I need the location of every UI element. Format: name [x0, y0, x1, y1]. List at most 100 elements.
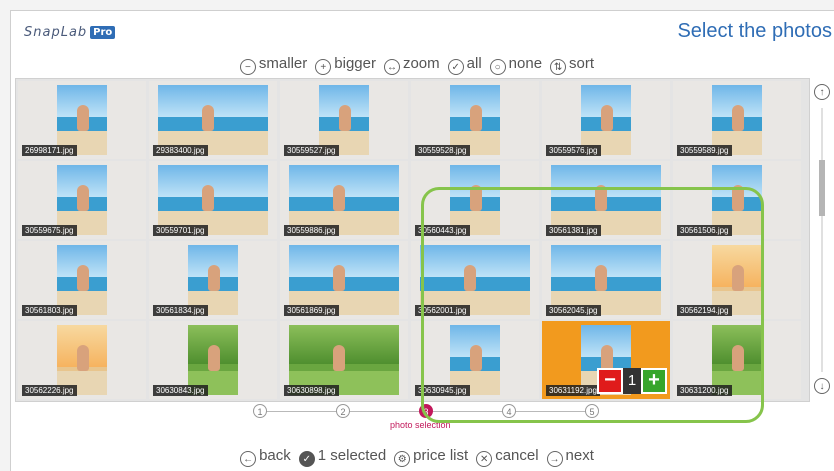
- photo-filename: 29383400.jpg: [153, 145, 208, 156]
- bottom-label: 1 selected: [317, 447, 387, 464]
- app-logo: SnapLab Pro: [24, 25, 116, 40]
- logo-text: SnapLab: [24, 25, 88, 40]
- check-icon: ✓: [298, 451, 315, 467]
- select-none-icon: ○: [489, 59, 506, 75]
- toolbar-none-button[interactable]: ○ none: [489, 55, 543, 75]
- bottom-1-selected-button[interactable]: ✓ 1 selected: [298, 447, 387, 467]
- sort-icon: ⇅: [550, 59, 567, 75]
- photo-filename: 30562194.jpg: [677, 305, 732, 316]
- scroll-thumb[interactable]: [819, 160, 825, 216]
- photo-filename: 30561803.jpg: [22, 305, 77, 316]
- photo-cell[interactable]: 30559675.jpg: [18, 161, 146, 239]
- zoom-out-icon: −: [239, 59, 256, 75]
- photo-filename: 30561381.jpg: [546, 225, 601, 236]
- photo-filename: 30561506.jpg: [677, 225, 732, 236]
- toolbar-smaller-button[interactable]: − smaller: [239, 55, 308, 75]
- toolbar-sort-button[interactable]: ⇅ sort: [550, 55, 594, 75]
- photo-cell[interactable]: 29383400.jpg: [149, 81, 277, 159]
- photo-filename: 30630843.jpg: [153, 385, 208, 396]
- active-step-label: photo selection: [390, 420, 451, 430]
- photo-cell[interactable]: 30630898.jpg: [280, 321, 408, 399]
- increase-quantity-button[interactable]: +: [641, 368, 667, 394]
- photo-cell[interactable]: 30561834.jpg: [149, 241, 277, 319]
- decrease-quantity-button[interactable]: −: [597, 368, 623, 394]
- photo-filename: 30559886.jpg: [284, 225, 339, 236]
- photo-filename: 30559675.jpg: [22, 225, 77, 236]
- scroll-track[interactable]: [821, 108, 823, 372]
- scrollbar[interactable]: ↑ ↓: [812, 80, 832, 400]
- step-1: 1: [253, 404, 267, 418]
- toolbar-zoom-button[interactable]: ↔ zoom: [383, 55, 440, 75]
- photo-cell[interactable]: 30559701.jpg: [149, 161, 277, 239]
- photo-filename: 30561834.jpg: [153, 305, 208, 316]
- quantity-stepper: −1 +: [597, 368, 667, 394]
- page-title: Select the photos: [677, 20, 832, 42]
- photo-filename: 30559701.jpg: [153, 225, 208, 236]
- back-arrow-icon: ←: [240, 451, 257, 467]
- toolbar-label: none: [508, 55, 543, 72]
- view-toolbar: − smaller + bigger ↔ zoom ✓ all ○ none ⇅ sort: [0, 55, 834, 75]
- bottom-cancel-button[interactable]: ✕ cancel: [476, 447, 539, 467]
- bottom-price-list-button[interactable]: ⚙ price list: [394, 447, 468, 467]
- photo-filename: 30559576.jpg: [546, 145, 601, 156]
- step-2: 2: [336, 404, 350, 418]
- bottom-label: back: [259, 447, 291, 464]
- photo-cell[interactable]: 30559528.jpg: [411, 81, 539, 159]
- photo-cell[interactable]: 30562226.jpg: [18, 321, 146, 399]
- photo-filename: 30559589.jpg: [677, 145, 732, 156]
- price-list-icon: ⚙: [394, 451, 411, 467]
- bottom-toolbar: ← back ✓ 1 selected ⚙ price list ✕ cancel → next: [0, 447, 834, 467]
- photo-grid: 26998171.jpg 29383400.jpg 30559527.jpg 3055…: [15, 78, 810, 402]
- photo-cell[interactable]: 30561869.jpg: [280, 241, 408, 319]
- toolbar-all-button[interactable]: ✓ all: [447, 55, 482, 75]
- photo-filename: 30560443.jpg: [415, 225, 470, 236]
- step-3: 3: [419, 404, 433, 418]
- toolbar-label: bigger: [334, 55, 376, 72]
- pro-badge: Pro: [90, 26, 116, 39]
- step-5: 5: [585, 404, 599, 418]
- toolbar-label: smaller: [258, 55, 308, 72]
- photo-filename: 30630898.jpg: [284, 385, 339, 396]
- photo-filename: 30559528.jpg: [415, 145, 470, 156]
- zoom-icon: ↔: [383, 59, 400, 75]
- scroll-down-icon[interactable]: ↓: [814, 378, 830, 394]
- quantity-value: 1: [623, 368, 641, 394]
- photo-cell[interactable]: 30561506.jpg: [673, 161, 801, 239]
- bottom-label: price list: [413, 447, 469, 464]
- photo-cell[interactable]: 30562045.jpg: [542, 241, 670, 319]
- photo-cell[interactable]: 30560443.jpg: [411, 161, 539, 239]
- photo-filename: 30630945.jpg: [415, 385, 470, 396]
- cancel-icon: ✕: [476, 451, 493, 467]
- step-4: 4: [502, 404, 516, 418]
- toolbar-label: all: [466, 55, 482, 72]
- bottom-label: next: [565, 447, 594, 464]
- photo-cell[interactable]: 30630945.jpg: [411, 321, 539, 399]
- photo-cell[interactable]: 30562194.jpg: [673, 241, 801, 319]
- photo-filename: 30562226.jpg: [22, 385, 77, 396]
- toolbar-bigger-button[interactable]: + bigger: [315, 55, 376, 75]
- photo-filename: 30631192.jpg: [546, 385, 600, 396]
- photo-cell[interactable]: 30562001.jpg: [411, 241, 539, 319]
- photo-cell[interactable]: 30559886.jpg: [280, 161, 408, 239]
- next-arrow-icon: →: [546, 451, 563, 467]
- scroll-up-icon[interactable]: ↑: [814, 84, 830, 100]
- photo-filename: 30559527.jpg: [284, 145, 339, 156]
- bottom-back-button[interactable]: ← back: [240, 447, 291, 467]
- toolbar-label: sort: [569, 55, 595, 72]
- bottom-next-button[interactable]: → next: [546, 447, 594, 467]
- photo-cell[interactable]: 30559589.jpg: [673, 81, 801, 159]
- photo-cell[interactable]: 30630843.jpg: [149, 321, 277, 399]
- select-all-icon: ✓: [447, 59, 464, 75]
- photo-cell[interactable]: 30561381.jpg: [542, 161, 670, 239]
- photo-cell[interactable]: 30631192.jpg −1 +: [542, 321, 670, 399]
- photo-cell[interactable]: 30561803.jpg: [18, 241, 146, 319]
- photo-filename: 30562045.jpg: [546, 305, 601, 316]
- toolbar-label: zoom: [402, 55, 440, 72]
- bottom-label: cancel: [495, 447, 539, 464]
- photo-filename: 30561869.jpg: [284, 305, 339, 316]
- zoom-in-icon: +: [315, 59, 332, 75]
- photo-cell[interactable]: 26998171.jpg: [18, 81, 146, 159]
- photo-cell[interactable]: 30559527.jpg: [280, 81, 408, 159]
- photo-cell[interactable]: 30559576.jpg: [542, 81, 670, 159]
- photo-cell[interactable]: 30631200.jpg: [673, 321, 801, 399]
